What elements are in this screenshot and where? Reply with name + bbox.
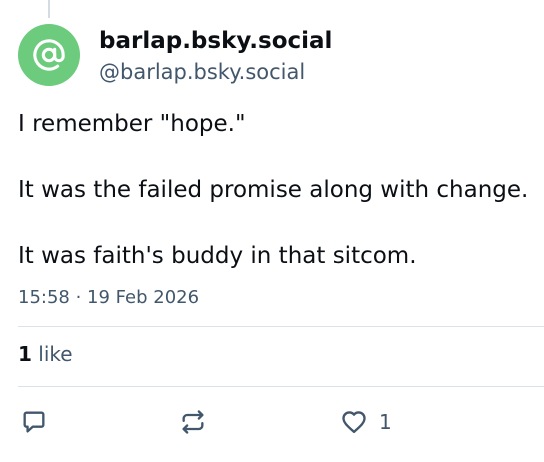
repost-icon [182,410,204,434]
post-text: I remember "hope." It was the failed pro… [18,108,534,273]
post-timestamp[interactable]: 15:58 · 19 Feb 2026 [18,287,199,308]
likes-summary[interactable]: 1 like [18,342,73,366]
divider [18,386,544,387]
reply-button[interactable] [20,406,48,438]
reply-icon [23,411,45,433]
author-display-name[interactable]: barlap.bsky.social [99,28,332,54]
divider [18,326,544,327]
post-paragraph: It was the failed promise along with cha… [18,177,529,203]
at-sign-icon [33,39,65,71]
post-paragraph: It was faith's buddy in that sitcom. [18,243,417,269]
repost-button[interactable] [178,406,208,438]
like-button[interactable]: 1 [339,406,392,438]
post-thread-item: barlap.bsky.social @barlap.bsky.social I… [0,0,544,462]
author-handle[interactable]: @barlap.bsky.social [99,60,305,84]
like-count: 1 [18,342,32,366]
like-action-count: 1 [379,410,392,434]
like-label: like [31,342,73,366]
avatar[interactable] [18,24,80,86]
thread-connector-line [48,0,50,18]
post-paragraph: I remember "hope." [18,111,246,137]
heart-icon [342,411,366,434]
